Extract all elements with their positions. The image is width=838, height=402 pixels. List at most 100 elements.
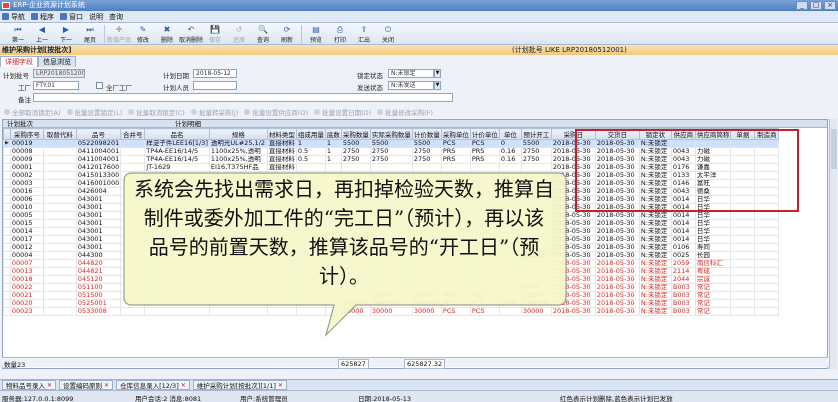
column-header[interactable]: 交货日: [594, 128, 640, 140]
refresh-button[interactable]: ⟳ 刷新: [275, 23, 299, 45]
table-cell[interactable]: [754, 219, 780, 228]
table-cell[interactable]: [42, 283, 77, 292]
table-cell[interactable]: [42, 219, 77, 228]
table-cell[interactable]: [42, 275, 77, 284]
table-cell[interactable]: 力磁: [694, 147, 732, 156]
row-indicator[interactable]: [3, 211, 11, 220]
table-cell[interactable]: PCS: [440, 139, 471, 148]
table-cell[interactable]: 2750: [520, 155, 552, 164]
table-cell[interactable]: [730, 147, 756, 156]
table-cell[interactable]: N:未锁定: [638, 251, 672, 260]
export-button[interactable]: ⇪ 汇出: [352, 23, 376, 45]
table-cell[interactable]: 043001: [75, 235, 122, 244]
table-cell[interactable]: PCS: [469, 139, 500, 148]
column-header[interactable]: 供应商简称: [694, 128, 732, 140]
table-cell[interactable]: N:未锁定: [638, 219, 672, 228]
table-cell[interactable]: 日华: [694, 219, 732, 228]
table-cell[interactable]: 00010: [9, 203, 44, 212]
table-cell[interactable]: N:未锁定: [638, 275, 672, 284]
table-cell[interactable]: 谦嘉: [694, 163, 732, 172]
remark-field[interactable]: [33, 93, 453, 102]
table-cell[interactable]: 00013: [9, 267, 44, 276]
table-cell[interactable]: 2018-05-30: [594, 211, 640, 220]
table-cell[interactable]: PRS: [469, 147, 500, 156]
table-cell[interactable]: 1100x25%,透明: [208, 147, 268, 156]
table-cell[interactable]: 2018-05-30: [594, 235, 640, 244]
table-cell[interactable]: 寿同: [694, 243, 732, 252]
all-factory-checkbox[interactable]: [96, 82, 103, 89]
window-tab-warehouse[interactable]: 仓库信息录入[12/3] ✕: [116, 380, 190, 390]
table-cell[interactable]: [754, 211, 780, 220]
row-indicator[interactable]: [3, 179, 11, 188]
table-cell[interactable]: [694, 139, 732, 148]
table-cell[interactable]: PRS: [469, 155, 500, 164]
add-product-button[interactable]: ✚ 新增产品: [107, 23, 131, 45]
column-header[interactable]: 材料类型: [266, 128, 297, 140]
prev-record-button[interactable]: ◀ 上一: [30, 23, 54, 45]
row-indicator[interactable]: [3, 267, 11, 276]
table-cell[interactable]: 直接材料: [266, 139, 297, 148]
table-cell[interactable]: [730, 275, 756, 284]
table-cell[interactable]: 2018-05-30: [594, 291, 640, 300]
table-cell[interactable]: 00021: [9, 291, 44, 300]
table-cell[interactable]: 00005: [9, 211, 44, 220]
table-cell[interactable]: 0415013300: [75, 171, 122, 180]
last-record-button[interactable]: ⏭ 尾页: [78, 23, 102, 45]
send-status-select[interactable]: N:未发送: [388, 81, 434, 90]
row-indicator[interactable]: [3, 195, 11, 204]
table-cell[interactable]: N:未锁定: [638, 155, 672, 164]
table-cell[interactable]: N:未锁定: [638, 299, 672, 308]
table-cell[interactable]: 043001: [75, 195, 122, 204]
table-cell[interactable]: [730, 203, 756, 212]
table-cell[interactable]: 5500: [520, 139, 552, 148]
row-indicator[interactable]: [3, 259, 11, 268]
table-cell[interactable]: TP4A-EE16/14/5: [144, 147, 210, 156]
table-cell[interactable]: 0411004001: [75, 155, 122, 164]
table-cell[interactable]: 044820: [75, 259, 122, 268]
row-indicator[interactable]: [3, 299, 11, 308]
table-cell[interactable]: 2018-05-30: [594, 139, 640, 148]
table-cell[interactable]: [754, 203, 780, 212]
table-cell[interactable]: B003: [670, 307, 696, 316]
column-header[interactable]: 规格: [208, 128, 268, 140]
table-cell[interactable]: N:未锁定: [638, 211, 672, 220]
table-cell[interactable]: 2044: [670, 275, 696, 284]
table-cell[interactable]: 1: [295, 139, 326, 148]
table-cell[interactable]: 0.5: [295, 155, 326, 164]
table-cell[interactable]: 051500: [75, 291, 122, 300]
table-cell[interactable]: 常记: [694, 299, 732, 308]
table-cell[interactable]: 5500: [369, 139, 413, 148]
table-cell[interactable]: 2018-05-30: [550, 155, 596, 164]
table-cell[interactable]: [754, 267, 780, 276]
column-header[interactable]: 预计开工: [520, 128, 552, 140]
menu-nav[interactable]: 导航: [2, 12, 25, 22]
table-cell[interactable]: 2018-05-30: [594, 307, 640, 316]
row-indicator[interactable]: ▶: [3, 139, 11, 148]
table-cell[interactable]: 2750: [520, 147, 552, 156]
table-cell[interactable]: N:未锁定: [638, 291, 672, 300]
table-cell[interactable]: 粤成: [694, 267, 732, 276]
table-cell[interactable]: [42, 203, 77, 212]
table-cell[interactable]: TP4A-EE16/14/5: [144, 155, 210, 164]
table-cell[interactable]: 0014: [670, 235, 696, 244]
undo-delete-button[interactable]: ↶ 取消删除: [179, 23, 203, 45]
table-cell[interactable]: [754, 291, 780, 300]
table-row[interactable]: 00008 0411004001 TP4A-EE16/14/5 1100x25%,透明…: [3, 147, 780, 156]
column-header[interactable]: 制造商: [754, 128, 780, 140]
table-cell[interactable]: 0043: [670, 147, 696, 156]
query-button[interactable]: 🔍 查询: [251, 23, 275, 45]
table-cell[interactable]: 0014: [670, 195, 696, 204]
window-tab-purchase-plan[interactable]: 维护采购计划[按批次][1/1] ✕: [192, 380, 287, 390]
window-tab-coding[interactable]: 设置编码原则 ✕: [59, 380, 114, 390]
table-cell[interactable]: [730, 227, 756, 236]
table-row[interactable]: ▶ 00019 0522098201 样淀子件LEE16[1/3] 透明光UL#25,1…: [3, 139, 780, 148]
minimize-button[interactable]: _: [796, 1, 808, 10]
table-cell[interactable]: 2018-05-30: [594, 299, 640, 308]
table-cell[interactable]: 00023: [9, 307, 44, 316]
table-cell[interactable]: N:未锁定: [638, 267, 672, 276]
table-cell[interactable]: 日华: [694, 227, 732, 236]
table-cell[interactable]: 日华: [694, 203, 732, 212]
table-cell[interactable]: [730, 155, 756, 164]
table-cell[interactable]: [754, 179, 780, 188]
table-cell[interactable]: N:未锁定: [638, 243, 672, 252]
